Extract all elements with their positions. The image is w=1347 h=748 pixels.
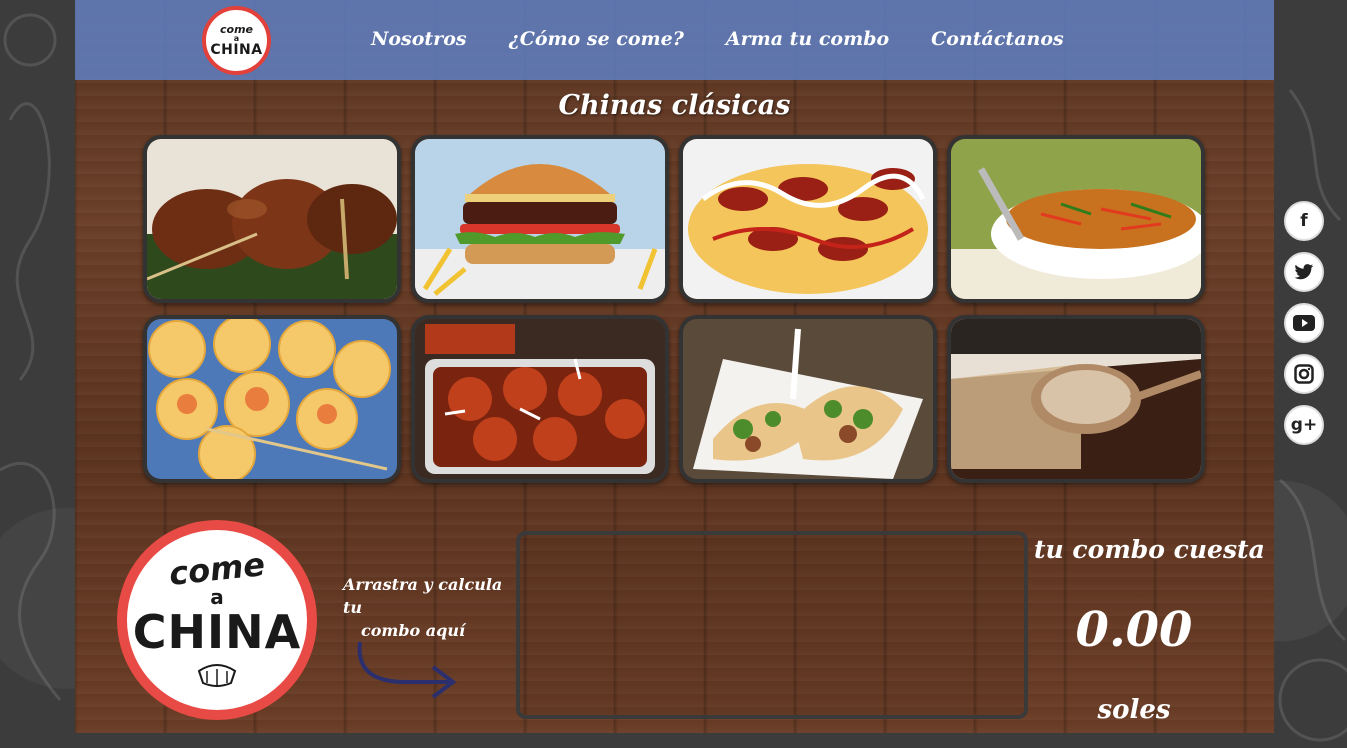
nav-link-nosotros[interactable]: Nosotros	[371, 28, 467, 50]
logo-text-china: CHINA	[132, 605, 302, 659]
food-tile-siu-mai[interactable]	[143, 315, 401, 483]
food-tile-salchipapa[interactable]	[679, 135, 937, 303]
youtube-icon[interactable]	[1284, 303, 1324, 343]
instagram-icon[interactable]	[1284, 354, 1324, 394]
nav-link-como-se-come[interactable]: ¿Cómo se come?	[509, 28, 684, 50]
siu-mai-image	[147, 319, 397, 479]
food-tile-burger[interactable]	[411, 135, 669, 303]
nav-menu: Nosotros ¿Cómo se come? Arma tu combo Co…	[371, 28, 1106, 50]
nav-link-contactanos[interactable]: Contáctanos	[931, 28, 1064, 50]
food-grid	[143, 135, 1205, 483]
youtube-play-glyph	[1293, 315, 1315, 331]
food-tile-wantons[interactable]	[411, 315, 669, 483]
combo-price-label: tu combo cuesta	[1034, 535, 1265, 564]
facebook-glyph: f	[1300, 211, 1308, 231]
brand-logo-large: come a CHINA	[117, 520, 317, 720]
section-title: Chinas clásicas	[558, 90, 791, 121]
noodles-image	[951, 139, 1201, 299]
drag-hint-line1: Arrastra y calcula tu	[343, 575, 503, 617]
drag-hint-text: Arrastra y calcula tu combo aquí	[343, 573, 513, 642]
nav-logo[interactable]: come a CHINA	[202, 6, 271, 75]
burger-image	[415, 139, 665, 299]
logo-text-a: a	[210, 585, 224, 609]
combo-price-value: 0.00	[1075, 602, 1193, 658]
facebook-icon[interactable]: f	[1284, 201, 1324, 241]
google-plus-glyph: g+	[1290, 415, 1318, 435]
social-links: f g+	[1284, 201, 1324, 445]
tacos-image	[683, 319, 933, 479]
nav-link-arma-tu-combo[interactable]: Arma tu combo	[726, 28, 889, 50]
logo-text-china: CHINA	[210, 42, 263, 58]
instagram-camera-glyph	[1294, 364, 1314, 384]
wantons-image	[415, 319, 665, 479]
food-tile-soup[interactable]	[947, 315, 1205, 483]
top-navbar: come a CHINA Nosotros ¿Cómo se come? Arm…	[75, 0, 1274, 80]
grilled-chicken-image	[147, 139, 397, 299]
food-tile-noodles[interactable]	[947, 135, 1205, 303]
food-tile-tacos[interactable]	[679, 315, 937, 483]
curved-arrow-icon	[357, 641, 457, 699]
logo-text-come: come	[167, 545, 267, 593]
twitter-bird-glyph	[1294, 264, 1314, 280]
google-plus-icon[interactable]: g+	[1284, 405, 1324, 445]
combo-price-unit: soles	[1097, 695, 1171, 725]
twitter-icon[interactable]	[1284, 252, 1324, 292]
salchipapa-image	[683, 139, 933, 299]
bowl-icon	[197, 664, 237, 687]
food-tile-grilled-chicken[interactable]	[143, 135, 401, 303]
soup-image	[951, 319, 1201, 479]
combo-dropzone[interactable]	[516, 531, 1028, 719]
